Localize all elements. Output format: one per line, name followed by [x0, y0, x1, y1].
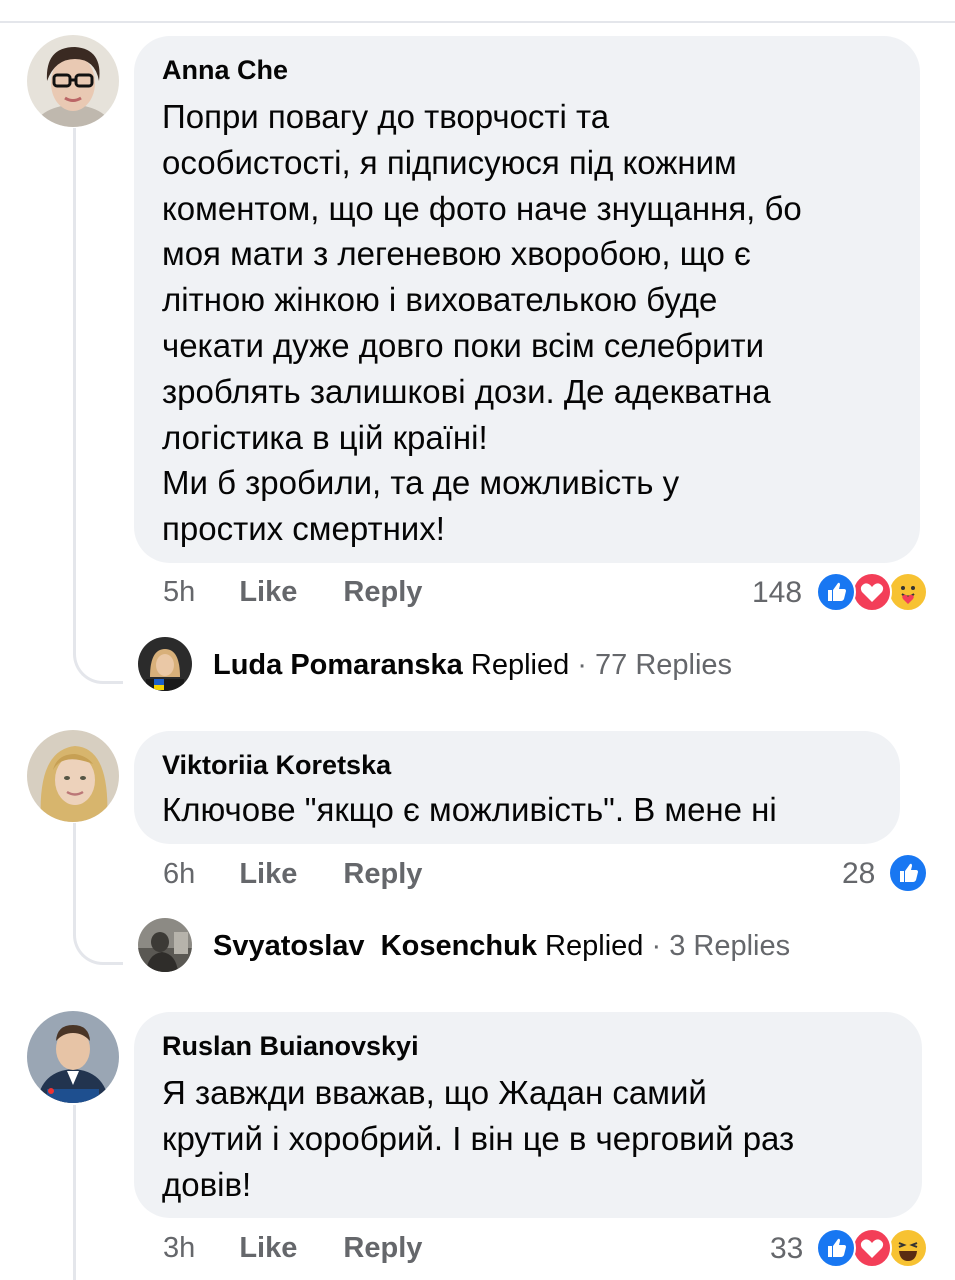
view-replies-link[interactable]: Svyatoslav Kosenchuk Replied · 3 Replies [213, 929, 790, 963]
reply-author: Svyatoslav Kosenchuk [213, 930, 537, 962]
like-button[interactable]: Like [239, 858, 297, 890]
like-icon [816, 1228, 856, 1268]
reaction-count: 33 [770, 1232, 804, 1265]
like-icon [888, 853, 928, 893]
avatar[interactable] [27, 730, 119, 822]
thread-connector [73, 620, 123, 684]
comment-text: Попри повагу до творчості та особистості… [162, 98, 802, 548]
reply-author: Luda Pomaranska [213, 649, 463, 681]
care-icon [888, 572, 928, 612]
love-icon [852, 1228, 892, 1268]
thread-line [73, 823, 76, 915]
like-button[interactable]: Like [239, 576, 297, 608]
top-divider [0, 21, 955, 23]
comment-time[interactable]: 6h [163, 858, 195, 890]
love-icon [852, 572, 892, 612]
replied-label: Replied [470, 649, 570, 681]
comment-time[interactable]: 3h [163, 1232, 195, 1264]
avatar[interactable] [27, 35, 119, 127]
comment-text: Ключове "якщо є можливість". В мене ні [162, 791, 777, 828]
comment-bubble: Viktoriia Koretska Ключове "якщо є можли… [134, 731, 900, 844]
replied-label: Replied [545, 930, 644, 962]
comment-actions: 3h Like Reply [163, 1232, 422, 1265]
like-button[interactable]: Like [239, 1232, 297, 1264]
reaction-count: 148 [752, 576, 803, 609]
reply-button[interactable]: Reply [343, 858, 422, 890]
thread-line [73, 1105, 76, 1280]
separator: · [577, 649, 587, 681]
comment-text: Я завжди вважав, що Жадан самий крутий і… [162, 1074, 795, 1203]
reply-button[interactable]: Reply [343, 576, 422, 608]
reaction-count: 28 [842, 857, 876, 890]
replies-count: 3 Replies [669, 930, 791, 962]
reply-avatar[interactable] [138, 918, 192, 972]
haha-icon [888, 1228, 928, 1268]
comment-time[interactable]: 5h [163, 576, 195, 608]
thread-line [73, 128, 76, 628]
comment-actions: 5h Like Reply [163, 576, 422, 609]
comment-bubble: Anna Che Попри повагу до творчості та ос… [134, 36, 920, 563]
view-replies-link[interactable]: Luda Pomaranska Replied · 77 Replies [213, 648, 732, 682]
avatar[interactable] [27, 1011, 119, 1103]
reply-button[interactable]: Reply [343, 1232, 422, 1264]
reply-avatar[interactable] [138, 637, 192, 691]
thread-connector [73, 905, 123, 965]
comment-author[interactable]: Viktoriia Koretska [162, 749, 872, 781]
like-icon [816, 572, 856, 612]
comment-author[interactable]: Ruslan Buianovskyi [162, 1030, 894, 1062]
reactions-summary[interactable]: 33 [768, 1228, 930, 1268]
separator: · [651, 930, 662, 962]
replies-count: 77 Replies [595, 649, 733, 681]
reactions-summary[interactable]: 148 [750, 572, 930, 612]
comment-author[interactable]: Anna Che [162, 54, 892, 86]
comment-actions: 6h Like Reply [163, 858, 422, 891]
reactions-summary[interactable]: 28 [840, 853, 930, 893]
comment-bubble: Ruslan Buianovskyi Я завжди вважав, що Ж… [134, 1012, 922, 1218]
